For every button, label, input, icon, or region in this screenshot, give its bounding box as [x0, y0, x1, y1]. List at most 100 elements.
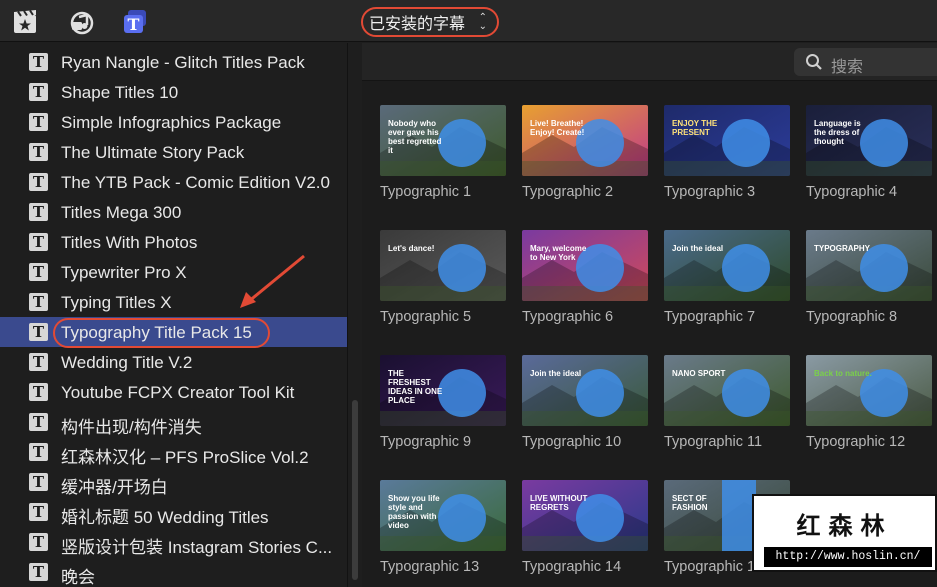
sidebar-item-label: 婚礼标题 50 Wedding Titles	[61, 508, 269, 527]
thumbnail-caption: TYPOGRAPHY	[814, 244, 871, 253]
titles-icon[interactable]: T	[122, 9, 148, 35]
title-pack-icon: T	[29, 83, 48, 101]
tile-label: Typographic 8	[806, 309, 898, 325]
title-pack-icon: T	[29, 473, 48, 491]
watermark-url: http://www.hoslin.cn/	[764, 547, 932, 567]
title-pack-icon: T	[29, 383, 48, 401]
search-placeholder: 搜索	[831, 59, 864, 76]
sidebar-item[interactable]: T 缓冲器/开场白	[0, 467, 347, 497]
tile-label: Typographic 3	[664, 184, 756, 200]
thumbnail-image: Mary, welcome to New York	[522, 230, 648, 301]
sidebar-item[interactable]: T 竖版设计包装 Instagram Stories C...	[0, 527, 347, 557]
thumbnail-caption: Language is the dress of thought	[814, 119, 861, 146]
sidebar-scrollbar[interactable]	[352, 400, 358, 580]
title-pack-icon: T	[29, 503, 48, 521]
search-icon	[806, 54, 822, 70]
sidebar-item-label: The YTB Pack - Comic Edition V2.0	[61, 173, 330, 192]
thumbnail-caption: Join the ideal	[672, 244, 724, 253]
thumbnail-caption: Live! Breathe! Enjoy! Create!	[530, 119, 585, 137]
sidebar-item[interactable]: T 婚礼标题 50 Wedding Titles	[0, 497, 347, 527]
sidebar-item-label: The Ultimate Story Pack	[61, 143, 245, 162]
chevron-updown-icon: ⌃ ⌄	[478, 12, 487, 32]
title-pack-icon: T	[29, 413, 48, 431]
sidebar-item-label: Shape Titles 10	[61, 83, 179, 102]
tile-label: Typographic 10	[522, 434, 622, 450]
sidebar-item-label: Simple Infographics Package	[61, 113, 282, 132]
title-pack-icon: T	[29, 293, 48, 311]
title-pack-icon: T	[29, 113, 48, 131]
title-pack-icon: T	[29, 233, 48, 251]
thumbnail-caption: NANO SPORT	[672, 369, 726, 378]
thumbnail-image: Join the ideal	[522, 355, 648, 426]
sidebar: T Ryan Nangle - Glitch Titles Pack T Shape …	[0, 43, 348, 587]
sidebar-item-label: Typewriter Pro X	[61, 263, 187, 282]
tile-label: Typographic 11	[664, 434, 763, 450]
sidebar-item[interactable]: T 红森林汉化 – PFS ProSlice Vol.2	[0, 437, 347, 467]
watermark-title: 红森林	[796, 513, 893, 540]
thumbnail-caption: THE FRESHEST IDEAS IN ONE PLACE	[388, 369, 443, 405]
sidebar-item[interactable]: T Simple Infographics Package	[0, 107, 347, 137]
tile-label: Typographic 6	[522, 309, 614, 325]
sidebar-item[interactable]: T 构件出现/构件消失	[0, 407, 347, 437]
sidebar-item[interactable]: T Youtube FCPX Creator Tool Kit	[0, 377, 347, 407]
thumbnail-image: Language is the dress of thought	[806, 105, 932, 176]
tile-label: Typographic 14	[522, 559, 622, 575]
sidebar-item-label: Typing Titles X	[61, 293, 172, 312]
sidebar-item[interactable]: T Ryan Nangle - Glitch Titles Pack	[0, 47, 347, 77]
thumbnail-caption: Back to nature.	[814, 369, 872, 378]
watermark-logo: 红森林 http://www.hoslin.cn/	[752, 494, 937, 572]
tile-label: Typographic 15	[664, 559, 764, 575]
tile-label: Typographic 4	[806, 184, 898, 200]
search-input[interactable]: 搜索	[794, 48, 937, 76]
thumbnail-caption: Join the ideal	[530, 369, 582, 378]
sidebar-item[interactable]: T The Ultimate Story Pack	[0, 137, 347, 167]
thumbnail-image: Join the ideal	[664, 230, 790, 301]
library-dropdown[interactable]: 已安装的字幕 ⌃ ⌄	[361, 7, 499, 37]
sidebar-item-label: 缓冲器/开场白	[61, 478, 168, 497]
sidebar-item[interactable]: T The YTB Pack - Comic Edition V2.0	[0, 167, 347, 197]
thumbnail-caption: SECT OF FASHION	[672, 494, 708, 512]
thumbnail-caption: ENJOY THE PRESENT	[672, 119, 718, 137]
title-pack-icon: T	[29, 53, 48, 71]
sidebar-item-label: Titles With Photos	[61, 233, 198, 252]
title-pack-icon: T	[29, 323, 48, 341]
title-pack-icon: T	[29, 263, 48, 281]
toolbar: T 已安装的字幕 ⌃ ⌄	[0, 0, 937, 42]
sidebar-item-label: Titles Mega 300	[61, 203, 182, 222]
clapper-star-icon[interactable]	[12, 9, 38, 35]
thumbnail-image: Show you life style and passion with vid…	[380, 480, 506, 551]
annotation-arrow-icon	[240, 254, 305, 308]
sidebar-item[interactable]: T 晚会	[0, 557, 347, 587]
thumbnail-caption: Nobody who ever gave his best regretted …	[388, 119, 442, 155]
sidebar-item[interactable]: T Titles Mega 300	[0, 197, 347, 227]
sidebar-item-label: 晚会	[61, 568, 95, 587]
title-pack-icon: T	[29, 143, 48, 161]
tile-label: Typographic 2	[522, 184, 614, 200]
tile-label: Typographic 5	[380, 309, 472, 325]
title-pack-icon: T	[29, 443, 48, 461]
tile-label: Typographic 13	[380, 559, 480, 575]
thumbnail-image: Back to nature.	[806, 355, 932, 426]
sidebar-item-label: 竖版设计包装 Instagram Stories C...	[61, 538, 333, 557]
sidebar-item-label: Ryan Nangle - Glitch Titles Pack	[61, 53, 305, 72]
thumbnail-image: ENJOY THE PRESENT	[664, 105, 790, 176]
sidebar-item[interactable]: T Wedding Title V.2	[0, 347, 347, 377]
title-pack-icon: T	[29, 173, 48, 191]
sidebar-item-label: Youtube FCPX Creator Tool Kit	[61, 383, 295, 402]
title-pack-icon: T	[29, 533, 48, 551]
highlight-ring	[53, 318, 270, 348]
dropdown-label: 已安装的字幕	[369, 16, 466, 33]
tile-label: Typographic 12	[806, 434, 906, 450]
title-pack-icon: T	[29, 563, 48, 581]
thumbnail-image: LIVE WITHOUT REGRETS	[522, 480, 648, 551]
svg-text:T: T	[128, 15, 140, 34]
thumbnail-caption: Let's dance!	[388, 244, 435, 253]
sidebar-item[interactable]: T Typography Title Pack 15	[0, 317, 347, 348]
music-camera-icon[interactable]	[69, 9, 95, 35]
sidebar-item-label: 红森林汉化 – PFS ProSlice Vol.2	[61, 448, 309, 467]
search-bar: 搜索	[362, 43, 937, 81]
tile-label: Typographic 7	[664, 309, 756, 325]
sidebar-item[interactable]: T Shape Titles 10	[0, 77, 347, 107]
title-pack-icon: T	[29, 203, 48, 221]
sidebar-item-label: 构件出现/构件消失	[61, 418, 202, 437]
